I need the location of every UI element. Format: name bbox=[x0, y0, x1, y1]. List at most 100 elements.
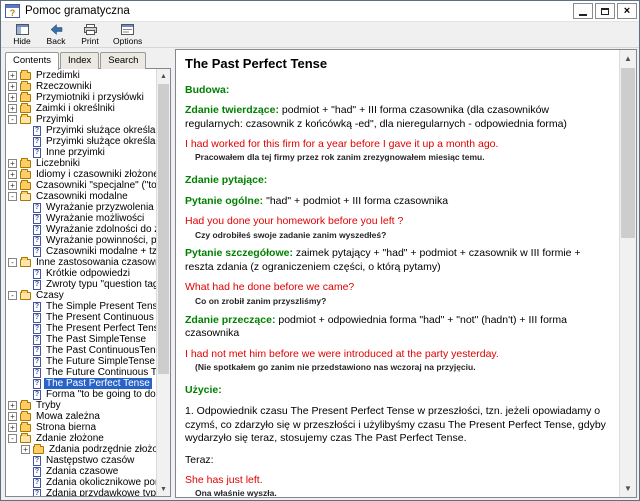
tree-item[interactable]: ?The Future Continuous Tense bbox=[6, 367, 156, 378]
maximize-icon bbox=[601, 8, 609, 15]
tree-item[interactable]: ?The Future SimpleTense bbox=[6, 356, 156, 367]
tree-item[interactable]: ?Przyimki służące określaniu m... bbox=[6, 125, 156, 136]
content-para: 1. Odpowiednik czasu The Present Perfect… bbox=[185, 405, 609, 445]
collapse-icon[interactable]: - bbox=[8, 192, 17, 201]
tree-item[interactable]: ?The Past SimpleTense bbox=[6, 334, 156, 345]
tree-item[interactable]: ?Krótkie odpowiedzi bbox=[6, 268, 156, 279]
collapse-icon[interactable]: - bbox=[8, 258, 17, 267]
tree-item[interactable]: -Zdanie złożone bbox=[6, 433, 156, 444]
page-icon: ? bbox=[33, 203, 41, 213]
tree-item[interactable]: ?Zdania okolicznikowe porówn... bbox=[6, 477, 156, 488]
options-button-label: Options bbox=[113, 36, 142, 46]
tree-item[interactable]: +Mowa zależna bbox=[6, 411, 156, 422]
scroll-up-icon[interactable]: ▲ bbox=[157, 69, 170, 83]
tree-scrollbar-thumb[interactable] bbox=[158, 84, 169, 374]
expand-icon[interactable]: + bbox=[8, 93, 17, 102]
expand-icon[interactable]: + bbox=[21, 445, 30, 454]
expand-icon[interactable]: + bbox=[8, 159, 17, 168]
expand-icon[interactable]: + bbox=[8, 423, 17, 432]
page-icon: ? bbox=[33, 302, 41, 312]
tree-item[interactable]: ?Wyrażanie powinności, przym... bbox=[6, 235, 156, 246]
scroll-up-icon[interactable]: ▲ bbox=[620, 50, 636, 67]
scroll-down-icon[interactable]: ▼ bbox=[620, 480, 636, 497]
tree-item[interactable]: +Zaimki i określniki bbox=[6, 103, 156, 114]
tree-item[interactable]: +Liczebniki bbox=[6, 158, 156, 169]
tree-item[interactable]: +Zdania podrzędnie złożone bbox=[6, 444, 156, 455]
tree-item[interactable]: ?The Past Perfect Tense bbox=[6, 378, 156, 389]
tree-item[interactable]: ?Wyrażanie zdolności do zrobie... bbox=[6, 224, 156, 235]
tree-item[interactable]: -Czasy bbox=[6, 290, 156, 301]
tree-item[interactable]: ?Zwroty typu "question tags" bbox=[6, 279, 156, 290]
page-icon: ? bbox=[33, 357, 41, 367]
tab-index[interactable]: Index bbox=[60, 52, 99, 69]
expand-icon[interactable]: + bbox=[8, 401, 17, 410]
close-button[interactable]: × bbox=[617, 3, 637, 19]
minimize-icon bbox=[579, 14, 587, 16]
expand-spacer bbox=[21, 478, 30, 487]
collapse-icon[interactable]: - bbox=[8, 291, 17, 300]
options-button[interactable]: Options bbox=[107, 23, 148, 46]
tree-item-label: The Future Continuous Tense bbox=[44, 367, 156, 378]
hide-button[interactable]: Hide bbox=[5, 23, 39, 46]
tree-item[interactable]: +Przedimki bbox=[6, 70, 156, 81]
tree-item[interactable]: -Przyimki bbox=[6, 114, 156, 125]
tree-item[interactable]: +Tryby bbox=[6, 400, 156, 411]
content-example: Had you done your homework before you le… bbox=[185, 215, 609, 228]
minimize-button[interactable] bbox=[573, 3, 593, 19]
tree-item[interactable]: ?Inne przyimki bbox=[6, 147, 156, 158]
page-icon: ? bbox=[33, 368, 41, 378]
expand-icon[interactable]: + bbox=[8, 412, 17, 421]
tree-item[interactable]: ?Czasowniki modalne + tzw. Pe... bbox=[6, 246, 156, 257]
tree-item[interactable]: -Inne zastosowania czasowników... bbox=[6, 257, 156, 268]
tree-item[interactable]: ?The Past ContinuousTense bbox=[6, 345, 156, 356]
content-scrollbar-thumb[interactable] bbox=[621, 68, 635, 238]
content-green: Użycie: bbox=[185, 384, 609, 397]
tree-item[interactable]: +Przymiotniki i przysłówki bbox=[6, 92, 156, 103]
content-scrollbar[interactable]: ▲ ▼ bbox=[619, 50, 636, 497]
expand-icon[interactable]: + bbox=[8, 71, 17, 80]
tree-item[interactable]: + Strona bierna bbox=[6, 422, 156, 433]
expand-spacer bbox=[21, 313, 30, 322]
tree-item[interactable]: ?Zdania czasowe bbox=[6, 466, 156, 477]
expand-icon[interactable]: + bbox=[8, 181, 17, 190]
folder-icon bbox=[20, 413, 31, 421]
scroll-down-icon[interactable]: ▼ bbox=[157, 482, 170, 496]
expand-icon[interactable]: + bbox=[8, 170, 17, 179]
content-title: The Past Perfect Tense bbox=[185, 56, 609, 73]
tree-item[interactable]: + Czasowniki "specjalne" ("to be"... bbox=[6, 180, 156, 191]
tree-item-label: Zdania czasowe bbox=[44, 466, 120, 477]
expand-spacer bbox=[21, 346, 30, 355]
expand-spacer bbox=[21, 489, 30, 496]
collapse-icon[interactable]: - bbox=[8, 115, 17, 124]
content-label: Zdanie przeczące: bbox=[185, 314, 278, 326]
tree-item[interactable]: ?Forma "to be going to do som... bbox=[6, 389, 156, 400]
tree-item[interactable]: ?The Simple Present Tense bbox=[6, 301, 156, 312]
tree-item[interactable]: ?The Present Perfect Tense bbox=[6, 323, 156, 334]
tree-item[interactable]: ?Wyrażanie przyzwolenia bbox=[6, 202, 156, 213]
tree-item[interactable]: ?Przyimki służące określaniu... bbox=[6, 136, 156, 147]
folder-open-icon bbox=[20, 292, 31, 300]
tree-item[interactable]: ?Wyrażanie możliwości bbox=[6, 213, 156, 224]
tab-contents[interactable]: Contents bbox=[5, 52, 59, 70]
back-arrow-icon bbox=[50, 24, 63, 35]
tree-item[interactable]: +Idiomy i czasowniki złożone ("phra... bbox=[6, 169, 156, 180]
expand-icon[interactable]: + bbox=[8, 82, 17, 91]
tree-item[interactable]: ?Następstwo czasów bbox=[6, 455, 156, 466]
print-button[interactable]: Print bbox=[73, 23, 107, 46]
printer-icon bbox=[84, 24, 97, 35]
tree-item-label: Czasowniki "specjalne" ("to be"... bbox=[34, 180, 156, 191]
content-example: What had he done before we came? bbox=[185, 281, 609, 294]
tree-item[interactable]: -Czasowniki modalne bbox=[6, 191, 156, 202]
folder-open-icon bbox=[20, 116, 31, 124]
tree-item[interactable]: +Rzeczowniki bbox=[6, 81, 156, 92]
expand-icon[interactable]: + bbox=[8, 104, 17, 113]
tree-scrollbar[interactable]: ▲ ▼ bbox=[156, 69, 170, 496]
tab-search[interactable]: Search bbox=[100, 52, 146, 69]
tree-item[interactable]: ?Zdania przydawkowe typu Def... bbox=[6, 488, 156, 496]
tree-item-label: Strona bierna bbox=[34, 422, 98, 433]
back-button[interactable]: Back bbox=[39, 23, 73, 46]
tree-item[interactable]: ?The Present Continuous Tense bbox=[6, 312, 156, 323]
tree-item-label: Inne przyimki bbox=[44, 147, 107, 158]
maximize-button[interactable] bbox=[595, 3, 615, 19]
collapse-icon[interactable]: - bbox=[8, 434, 17, 443]
